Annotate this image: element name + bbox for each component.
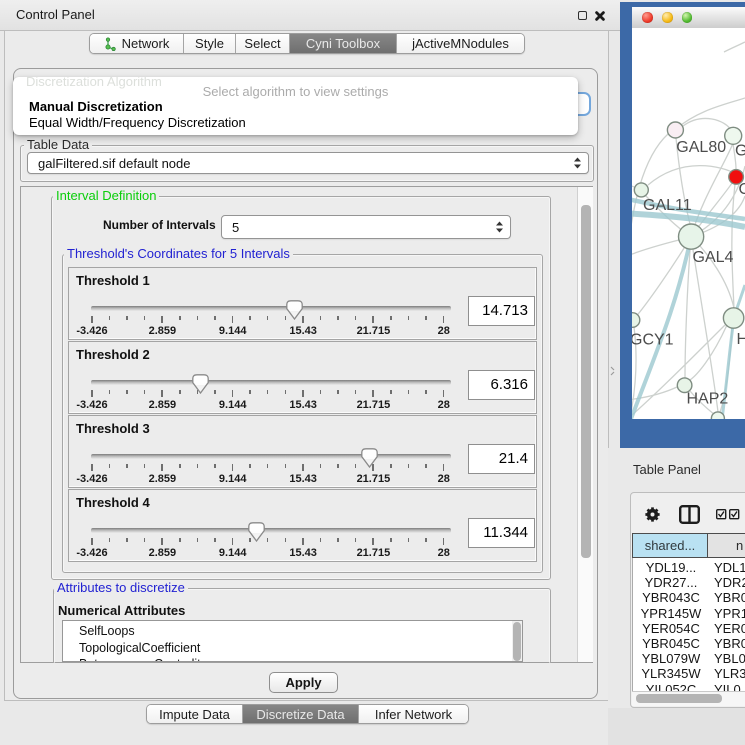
svg-text:H: H xyxy=(737,331,745,348)
svg-text:HAP2: HAP2 xyxy=(687,390,729,407)
svg-text:GCY1: GCY1 xyxy=(632,332,674,349)
svg-text:GAL80: GAL80 xyxy=(676,139,726,156)
svg-text:C: C xyxy=(739,181,745,198)
svg-text:GA: GA xyxy=(735,143,745,160)
svg-text:GAL11: GAL11 xyxy=(643,197,692,214)
svg-text:GAL4: GAL4 xyxy=(693,249,734,266)
